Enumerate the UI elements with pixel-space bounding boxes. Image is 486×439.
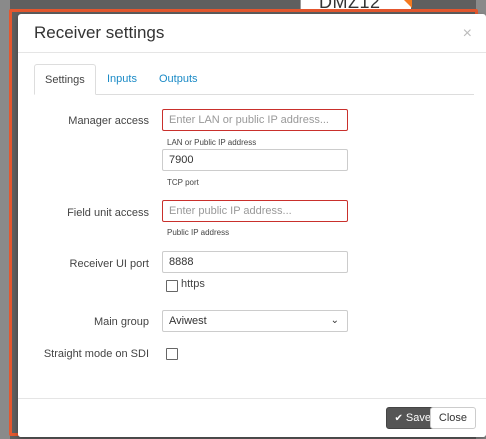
check-icon: ✔ bbox=[394, 413, 403, 424]
tab-outputs[interactable]: Outputs bbox=[149, 64, 208, 94]
receiver-settings-dialog: Receiver settings × Settings Inputs Outp… bbox=[18, 14, 486, 437]
main-group-selected: Aviwest bbox=[169, 315, 207, 327]
chevron-down-icon: ⌄ bbox=[330, 315, 339, 326]
field-unit-access-help: Public IP address bbox=[167, 228, 230, 237]
close-icon[interactable]: × bbox=[463, 25, 472, 43]
straight-mode-label: Straight mode on SDI bbox=[43, 348, 149, 360]
field-unit-access-input[interactable]: Enter public IP address... bbox=[162, 200, 348, 222]
tab-settings[interactable]: Settings bbox=[34, 64, 96, 95]
dialog-title: Receiver settings bbox=[34, 23, 165, 42]
tab-inputs[interactable]: Inputs bbox=[97, 64, 147, 94]
main-group-select[interactable]: Aviwest ⌄ bbox=[162, 310, 348, 332]
close-button[interactable]: Close bbox=[429, 407, 476, 429]
manager-port-input[interactable]: 7900 bbox=[162, 149, 348, 171]
background-warning-icon bbox=[404, 0, 412, 8]
https-checkbox[interactable] bbox=[166, 280, 178, 292]
manager-access-label: Manager access bbox=[68, 115, 149, 127]
save-button-label: Save bbox=[405, 412, 431, 424]
dialog-header: Receiver settings × bbox=[18, 14, 486, 53]
main-group-label: Main group bbox=[93, 316, 149, 328]
straight-mode-checkbox[interactable] bbox=[166, 348, 178, 360]
receiver-ui-port-label: Receiver UI port bbox=[69, 258, 149, 270]
receiver-ui-port-input[interactable]: 8888 bbox=[162, 251, 348, 273]
dialog-footer: ✔ Save Close bbox=[18, 398, 486, 437]
manager-port-help: TCP port bbox=[167, 178, 199, 187]
tab-bar: Settings Inputs Outputs bbox=[34, 64, 474, 95]
manager-access-input[interactable]: Enter LAN or public IP address... bbox=[162, 109, 348, 131]
field-unit-access-label: Field unit access bbox=[67, 207, 149, 219]
https-label: https bbox=[181, 278, 205, 290]
manager-access-help: LAN or Public IP address bbox=[167, 138, 257, 147]
